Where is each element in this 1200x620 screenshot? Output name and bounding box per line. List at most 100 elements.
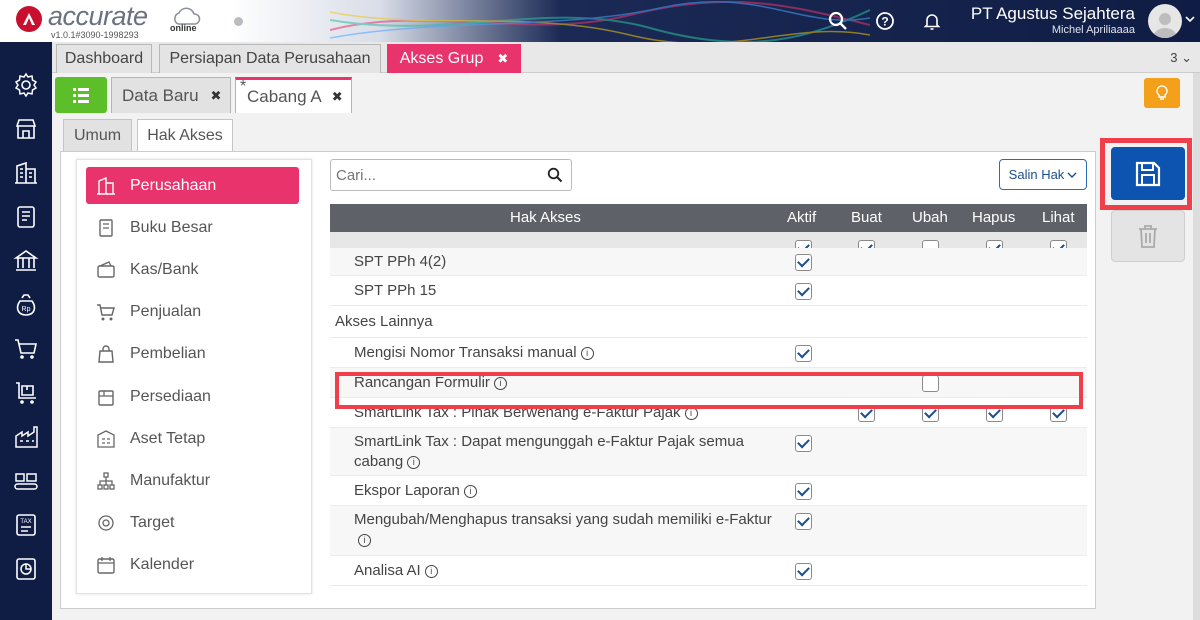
close-icon[interactable]: ✖ bbox=[497, 51, 508, 67]
conveyor-icon[interactable] bbox=[13, 468, 39, 494]
main-sidebar: Rp TAX bbox=[0, 42, 52, 620]
help-icon[interactable]: ? bbox=[874, 10, 896, 32]
row-label: SmartLink Tax : Pihak Berwenang e-Faktur… bbox=[354, 403, 774, 423]
permission-checkbox[interactable] bbox=[922, 374, 939, 392]
permission-checkbox[interactable] bbox=[795, 513, 812, 530]
svg-text:TAX: TAX bbox=[20, 519, 31, 525]
svg-text:Rp: Rp bbox=[22, 306, 31, 313]
category-item[interactable]: Kas/Bank bbox=[86, 251, 299, 288]
info-icon[interactable]: i bbox=[580, 346, 594, 360]
info-icon[interactable]: i bbox=[493, 376, 507, 390]
tab-umum[interactable]: Umum bbox=[63, 119, 132, 151]
search-icon[interactable] bbox=[827, 10, 849, 32]
tab-count: 3 bbox=[1170, 50, 1178, 65]
inventory-icon bbox=[96, 387, 116, 407]
list-button[interactable] bbox=[55, 77, 107, 113]
tax-icon[interactable]: TAX bbox=[13, 512, 39, 538]
delete-button[interactable] bbox=[1111, 210, 1185, 262]
calendar-icon bbox=[96, 555, 116, 575]
col-ubah: Ubah bbox=[912, 209, 948, 226]
book-icon bbox=[96, 218, 116, 238]
row-label-text: Akses Lainnya bbox=[335, 313, 433, 330]
cart-icon[interactable] bbox=[13, 336, 39, 362]
permission-checkbox[interactable] bbox=[795, 282, 812, 300]
row-label-text: SPT PPh 4(2) bbox=[354, 253, 447, 270]
category-item[interactable]: Manufaktur bbox=[86, 462, 299, 499]
tab-count-dropdown[interactable]: 3 ⌄ bbox=[1170, 50, 1192, 66]
category-item[interactable]: Aset Tetap bbox=[86, 420, 299, 457]
category-label: Persediaan bbox=[130, 387, 211, 405]
permission-checkbox[interactable] bbox=[986, 404, 1003, 422]
tab-hak-akses[interactable]: Hak Akses bbox=[137, 119, 233, 152]
subtab-cabang-a[interactable]: * Cabang A ✖ bbox=[235, 77, 352, 113]
close-icon[interactable]: ✖ bbox=[332, 89, 343, 105]
table-row: SmartLink Tax : Dapat mengunggah e-Faktu… bbox=[330, 428, 1087, 476]
tab-label: Umum bbox=[73, 126, 122, 144]
table-header: Hak Akses Aktif Buat Ubah Hapus Lihat bbox=[330, 204, 1087, 232]
tab-akses-grup[interactable]: Akses Grup ✖ bbox=[387, 44, 521, 73]
permission-checkbox[interactable] bbox=[922, 404, 939, 422]
ledger-icon[interactable] bbox=[13, 204, 39, 230]
info-icon[interactable]: i bbox=[358, 533, 371, 547]
building-icon[interactable] bbox=[13, 160, 39, 186]
store-icon[interactable] bbox=[13, 116, 39, 142]
permission-checkbox[interactable] bbox=[795, 253, 812, 271]
gear-icon[interactable] bbox=[13, 72, 39, 98]
info-icon[interactable]: i bbox=[684, 406, 698, 420]
category-item[interactable]: Persediaan bbox=[86, 378, 299, 415]
report-icon[interactable] bbox=[13, 556, 39, 582]
info-icon[interactable]: i bbox=[407, 455, 421, 469]
scrollbar[interactable] bbox=[1193, 73, 1200, 620]
permission-checkbox[interactable] bbox=[1050, 404, 1067, 422]
wave-decoration bbox=[330, 0, 870, 42]
bell-icon[interactable] bbox=[921, 10, 943, 32]
tips-button[interactable] bbox=[1144, 78, 1180, 108]
row-label-text: SmartLink Tax : Pihak Berwenang e-Faktur… bbox=[354, 404, 681, 421]
info-icon[interactable]: i bbox=[424, 564, 438, 578]
chevron-down-icon[interactable] bbox=[1185, 14, 1195, 24]
table-row: Rancangan Formulir i bbox=[330, 368, 1087, 398]
row-label-text: Rancangan Formulir bbox=[354, 374, 490, 391]
category-list: Perusahaan Buku Besar Kas/Bank Penjualan Pem… bbox=[76, 159, 312, 594]
table-row: Ekspor Laporan i bbox=[330, 476, 1087, 506]
tab-label: Persiapan Data Perusahaan bbox=[169, 50, 371, 67]
row-label-text: SPT PPh 15 bbox=[354, 282, 437, 299]
category-item[interactable]: Penjualan bbox=[86, 294, 299, 331]
category-label: Kas/Bank bbox=[130, 260, 199, 278]
category-item[interactable]: Target bbox=[86, 505, 299, 542]
subtab-data-baru[interactable]: Data Baru ✖ bbox=[111, 77, 231, 113]
tab-persiapan-data[interactable]: Persiapan Data Perusahaan bbox=[159, 44, 381, 73]
col-hapus: Hapus bbox=[972, 209, 1016, 226]
avatar[interactable] bbox=[1148, 4, 1182, 38]
bank-icon[interactable] bbox=[13, 248, 39, 274]
info-icon[interactable]: i bbox=[463, 484, 477, 498]
category-item[interactable]: Perusahaan bbox=[86, 167, 299, 204]
trash-icon bbox=[1139, 225, 1157, 248]
purchase-icon[interactable] bbox=[13, 380, 39, 406]
permission-checkbox[interactable] bbox=[858, 404, 875, 422]
tab-label: Dashboard bbox=[64, 50, 144, 67]
user-name: Michel Apriliaaaa bbox=[1051, 24, 1135, 36]
search-box[interactable] bbox=[330, 159, 572, 191]
permission-checkbox[interactable] bbox=[795, 435, 812, 452]
close-icon[interactable]: ✖ bbox=[211, 88, 222, 104]
permission-checkbox[interactable] bbox=[795, 482, 812, 500]
factory-icon[interactable] bbox=[13, 424, 39, 450]
permission-checkbox[interactable] bbox=[795, 562, 812, 580]
main-tab-bar: Dashboard Persiapan Data Perusahaan Akse… bbox=[52, 42, 1200, 73]
category-item[interactable]: Buku Besar bbox=[86, 209, 299, 246]
category-item[interactable]: Kalender bbox=[86, 547, 299, 584]
tab-dashboard[interactable]: Dashboard bbox=[56, 44, 152, 73]
subtab-label: Cabang A bbox=[247, 86, 322, 106]
wallet-icon bbox=[96, 260, 116, 280]
search-input[interactable] bbox=[331, 160, 531, 190]
row-label: SPT PPh 4(2) bbox=[354, 252, 774, 272]
category-item[interactable]: Pembelian bbox=[86, 336, 299, 373]
permission-checkbox[interactable] bbox=[795, 344, 812, 362]
search-icon[interactable] bbox=[547, 167, 563, 183]
row-label: Rancangan Formulir i bbox=[354, 373, 774, 393]
save-button[interactable] bbox=[1111, 147, 1185, 200]
salin-hak-button[interactable]: Salin Hak bbox=[999, 159, 1087, 190]
money-bag-icon[interactable]: Rp bbox=[13, 292, 39, 318]
category-label: Penjualan bbox=[130, 303, 202, 321]
